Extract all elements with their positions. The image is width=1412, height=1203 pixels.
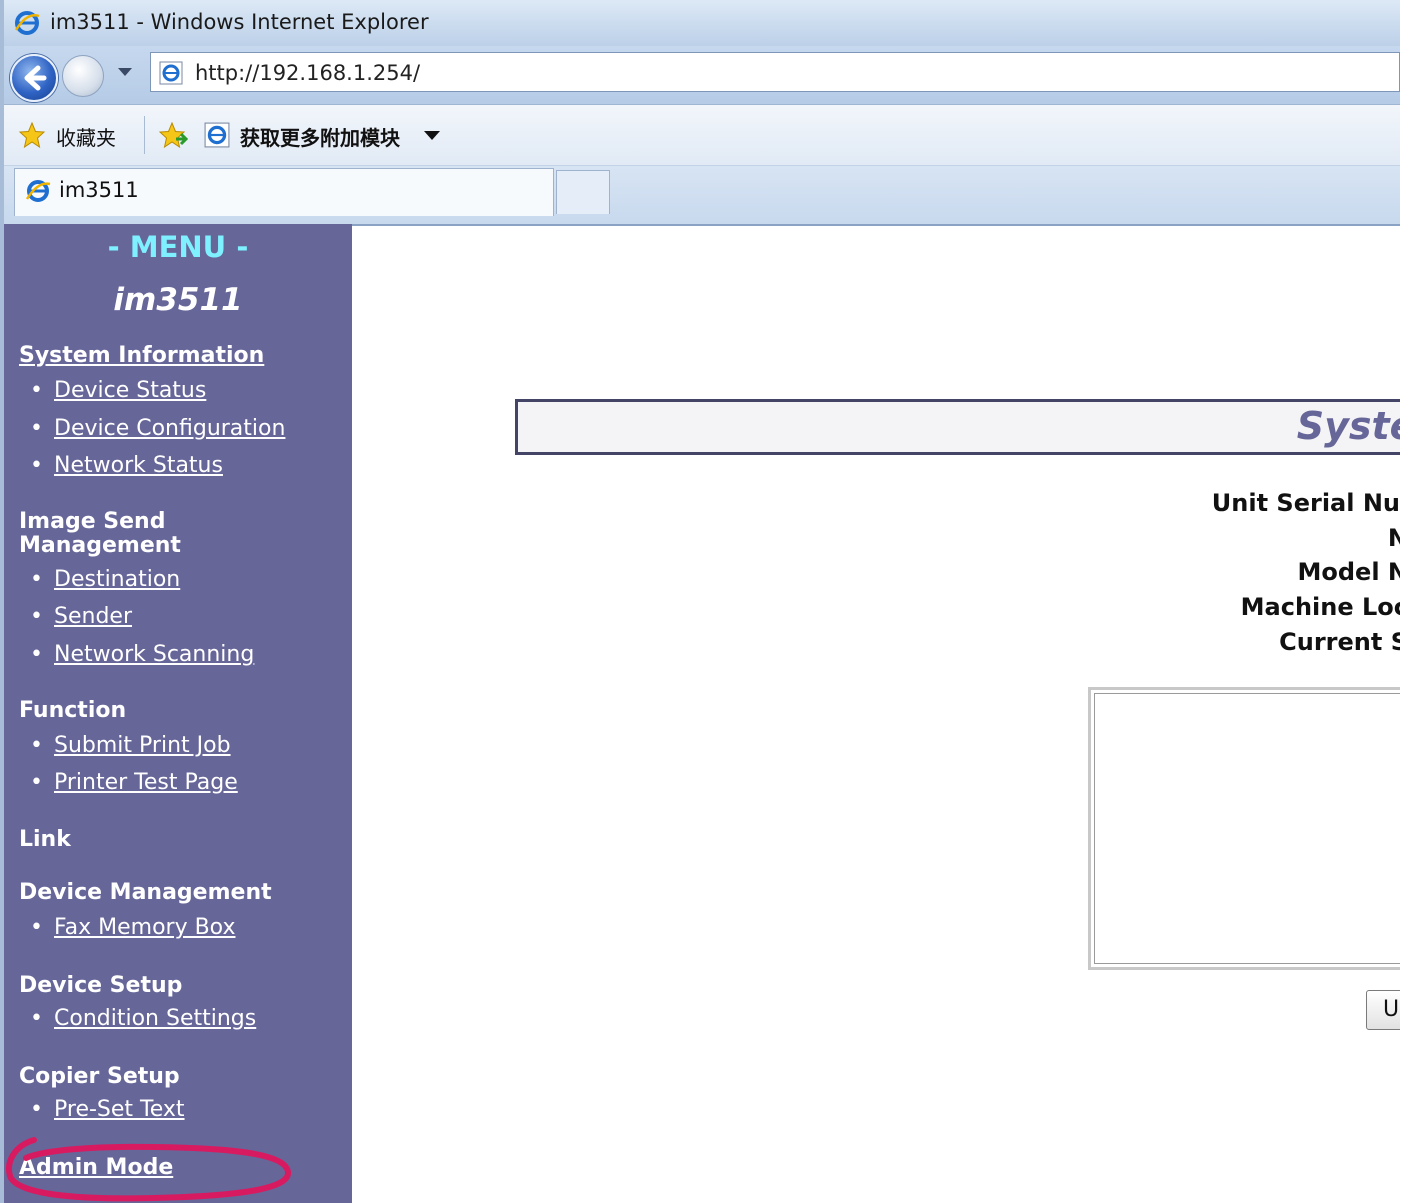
system-header-box: System bbox=[515, 399, 1412, 455]
machine-location-label: Machine Loc bbox=[1240, 593, 1408, 621]
sidebar-item-label[interactable]: Printer Test Page bbox=[54, 770, 238, 795]
page-icon bbox=[159, 61, 183, 89]
addons-dropdown-icon[interactable] bbox=[424, 131, 440, 140]
sidebar-item-label[interactable]: Network Scanning bbox=[54, 642, 254, 667]
sidebar-item-label[interactable]: Pre-Set Text bbox=[54, 1097, 185, 1122]
back-arrow-icon bbox=[24, 65, 47, 91]
sidebar-item-label[interactable]: Sender bbox=[54, 604, 132, 629]
favorites-separator bbox=[144, 116, 145, 154]
get-addons-link[interactable]: 获取更多附加模块 bbox=[240, 122, 400, 151]
history-dropdown-icon[interactable] bbox=[118, 68, 132, 76]
back-button[interactable] bbox=[10, 54, 58, 102]
sidebar-section-device-management: Device Management bbox=[19, 880, 272, 905]
sidebar-section-image-send-management: Image Send Management bbox=[19, 509, 181, 558]
current-status-label: Current S bbox=[1279, 628, 1408, 656]
sidebar-item-label[interactable]: Condition Settings bbox=[54, 1006, 256, 1031]
menu-title: - MENU - bbox=[107, 230, 249, 264]
status-panel-inner bbox=[1094, 693, 1412, 964]
sidebar-item-label[interactable]: Submit Print Job bbox=[54, 733, 231, 758]
sidebar-item-label[interactable]: Device Configuration bbox=[54, 416, 285, 441]
sidebar-section-copier-setup: Copier Setup bbox=[19, 1064, 180, 1089]
tab-im3511[interactable]: im3511 bbox=[14, 168, 554, 216]
sidebar-section-device-setup: Device Setup bbox=[19, 973, 183, 998]
tab-title: im3511 bbox=[59, 178, 139, 202]
forward-button[interactable] bbox=[62, 55, 104, 97]
sidebar-item-condition-settings[interactable]: • Condition Settings bbox=[30, 1006, 256, 1031]
unit-serial-number-label: Unit Serial Nu bbox=[1211, 489, 1400, 517]
sidebar-item-label[interactable]: Fax Memory Box bbox=[54, 915, 236, 940]
internet-explorer-icon bbox=[14, 10, 40, 40]
sidebar-item-network-status[interactable]: • Network Status bbox=[30, 453, 223, 478]
addons-page-icon bbox=[204, 122, 230, 152]
sidebar-item-device-configuration[interactable]: • Device Configuration bbox=[30, 416, 285, 441]
model-name-label: Model N bbox=[1297, 558, 1409, 586]
window-titlebar: im3511 - Windows Internet Explorer bbox=[0, 0, 1400, 46]
sidebar-item-destination[interactable]: • Destination bbox=[30, 567, 180, 592]
sidebar-item-network-scanning[interactable]: • Network Scanning bbox=[30, 642, 254, 667]
sidebar-item-printer-test-page[interactable]: • Printer Test Page bbox=[30, 770, 238, 795]
sidebar-section-link: Link bbox=[19, 827, 71, 852]
url-text[interactable]: http://192.168.1.254/ bbox=[195, 61, 420, 85]
host-name: im3511 bbox=[113, 282, 243, 318]
sidebar-item-label[interactable]: Device Status bbox=[54, 378, 206, 403]
window-title: im3511 - Windows Internet Explorer bbox=[50, 10, 429, 34]
tab-ie-icon bbox=[25, 178, 51, 208]
favorites-button[interactable]: 收藏夹 bbox=[56, 122, 116, 151]
sidebar-item-device-status[interactable]: • Device Status bbox=[30, 378, 206, 403]
window-right-edge bbox=[1400, 0, 1412, 1203]
new-tab-button[interactable] bbox=[556, 170, 610, 214]
sidebar-section-system-information[interactable]: System Information bbox=[19, 344, 264, 368]
sidebar-item-sender[interactable]: • Sender bbox=[30, 604, 132, 629]
page-title: System bbox=[1296, 404, 1412, 448]
sidebar-item-pre-set-text[interactable]: • Pre-Set Text bbox=[30, 1097, 185, 1122]
sidebar-item-label[interactable]: Network Status bbox=[54, 453, 223, 478]
sidebar-section-function: Function bbox=[19, 698, 127, 723]
sidebar-item-fax-memory-box[interactable]: • Fax Memory Box bbox=[30, 915, 236, 940]
admin-mode-highlight-circle bbox=[6, 1137, 291, 1202]
favorites-star-icon[interactable] bbox=[18, 121, 46, 153]
sidebar-item-submit-print-job[interactable]: • Submit Print Job bbox=[30, 733, 231, 758]
sidebar-item-label[interactable]: Destination bbox=[54, 567, 180, 592]
address-bar[interactable]: http://192.168.1.254/ bbox=[150, 52, 1400, 92]
add-favorites-icon[interactable] bbox=[158, 121, 189, 153]
